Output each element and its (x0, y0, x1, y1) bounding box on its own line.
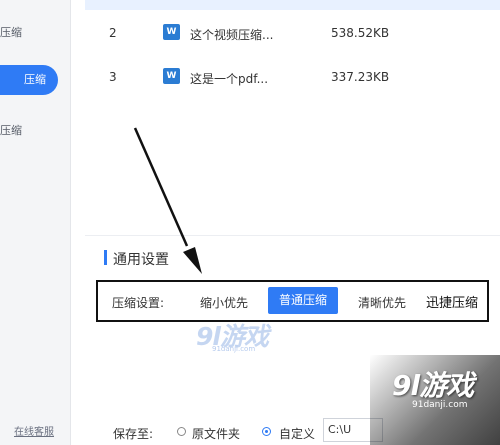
file-list-header-strip (85, 0, 500, 10)
file-size: 337.23KB (331, 70, 390, 84)
sidebar: 压缩 压缩 压缩 在线客服 (0, 0, 71, 445)
word-icon: W (163, 24, 180, 40)
original-folder-label[interactable]: 原文件夹 (192, 425, 240, 442)
file-index: 3 (109, 70, 117, 84)
section-title-general-settings: 通用设置 (113, 252, 169, 268)
compress-settings-label: 压缩设置: (112, 296, 165, 310)
sidebar-item-compress-active[interactable]: 压缩 (0, 65, 58, 95)
file-index: 2 (109, 26, 117, 40)
file-name: 这是一个pdf... (190, 72, 269, 86)
xunjie-compress-label: 迅捷压缩 (426, 296, 479, 311)
file-name: 这个视频压缩... (190, 28, 274, 42)
watermark-url-corner: 91danji.com (412, 400, 468, 410)
option-clarity-priority[interactable]: 清晰优先 (358, 294, 406, 311)
save-to-label: 保存至: (113, 427, 154, 441)
option-normal-compress[interactable]: 普通压缩 (268, 287, 338, 314)
file-size: 538.52KB (331, 26, 390, 40)
watermark-logo-corner: 9l游戏 (392, 369, 474, 402)
custom-label[interactable]: 自定义 (279, 425, 315, 442)
watermark-url-center: 91danji.com (212, 345, 256, 353)
radio-original-folder[interactable] (177, 427, 186, 436)
sidebar-item-compress-1[interactable]: 压缩 (0, 24, 22, 40)
word-icon: W (163, 68, 180, 84)
online-support-link[interactable]: 在线客服 (14, 423, 54, 438)
radio-custom[interactable] (262, 427, 271, 436)
option-size-priority[interactable]: 缩小优先 (200, 294, 248, 311)
file-row[interactable]: 3 W 这是一个pdf... 337.23KB (85, 56, 500, 100)
sidebar-item-compress-3[interactable]: 压缩 (0, 122, 22, 138)
section-divider (85, 235, 500, 236)
section-accent-bar (104, 250, 107, 265)
file-row[interactable]: 2 W 这个视频压缩... 538.52KB (85, 12, 500, 56)
